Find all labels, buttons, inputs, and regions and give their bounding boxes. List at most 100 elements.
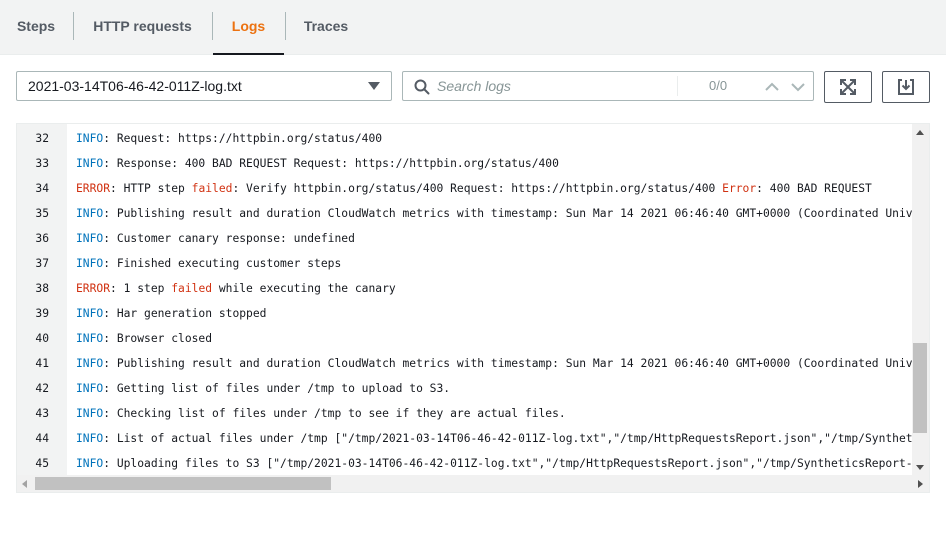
log-line: 34 ERROR: HTTP step failed: Verify httpbi…: [17, 176, 913, 201]
horizontal-scrollbar[interactable]: [17, 475, 929, 492]
line-number: 38: [35, 282, 49, 295]
log-message: : Browser closed: [103, 332, 213, 345]
scroll-right-icon[interactable]: [918, 480, 923, 488]
log-level-error: ERROR: [76, 182, 111, 195]
log-text: INFO: Finished executing customer steps: [76, 251, 341, 276]
log-text: INFO: Har generation stopped: [76, 301, 266, 326]
log-level-info: INFO: [76, 457, 104, 470]
scroll-left-icon[interactable]: [22, 480, 27, 488]
log-text: INFO: Publishing result and duration Clo…: [76, 201, 913, 226]
previous-match-icon[interactable]: [763, 78, 781, 96]
line-number: 40: [35, 332, 49, 345]
line-number: 33: [35, 157, 49, 170]
line-number: 42: [35, 382, 49, 395]
log-level-info: INFO: [76, 157, 104, 170]
log-line: 38 ERROR: 1 step failed while executing t…: [17, 276, 913, 301]
line-number: 34: [35, 182, 49, 195]
log-text: INFO: Customer canary response: undefine…: [76, 226, 355, 251]
log-text: INFO: Response: 400 BAD REQUEST Request:…: [76, 151, 559, 176]
download-button[interactable]: [882, 71, 930, 103]
log-text: ERROR: 1 step failed while executing the…: [76, 276, 396, 301]
search-box: 0/0: [402, 71, 814, 101]
log-line: 41 INFO: Publishing result and duration C…: [17, 351, 913, 376]
line-number: 44: [35, 432, 49, 445]
fullscreen-button[interactable]: [824, 71, 872, 103]
log-level-info: INFO: [76, 307, 104, 320]
line-number: 41: [35, 357, 49, 370]
tab-http-requests[interactable]: HTTP requests: [74, 0, 211, 55]
expand-icon: [840, 79, 856, 95]
caret-down-icon: [368, 82, 380, 90]
log-text: INFO: Request: https://httpbin.org/statu…: [76, 126, 382, 151]
horizontal-scroll-thumb[interactable]: [35, 477, 331, 490]
log-line: 37 INFO: Finished executing customer step…: [17, 251, 913, 276]
search-icon: [414, 79, 430, 95]
log-message: while executing the canary: [212, 282, 396, 295]
search-input[interactable]: [437, 76, 667, 96]
line-number: 35: [35, 207, 49, 220]
log-line: 35 INFO: Publishing result and duration C…: [17, 201, 913, 226]
log-viewer[interactable]: 32 INFO: Request: https://httpbin.org/sta…: [16, 123, 930, 493]
tab-logs[interactable]: Logs: [213, 0, 284, 55]
log-level-info: INFO: [76, 232, 104, 245]
vertical-scrollbar[interactable]: [912, 124, 929, 476]
next-match-icon[interactable]: [789, 78, 807, 96]
log-text: INFO: Uploading files to S3 ["/tmp/2021-…: [76, 451, 913, 476]
log-message: : Response: 400 BAD REQUEST Request: htt…: [103, 157, 559, 170]
log-text: INFO: Getting list of files under /tmp t…: [76, 376, 450, 401]
log-message: : Checking list of files under /tmp to s…: [103, 407, 566, 420]
log-message: : HTTP step: [110, 182, 192, 195]
log-file-select[interactable]: 2021-03-14T06-46-42-011Z-log.txt: [16, 71, 392, 101]
scroll-up-icon[interactable]: [916, 130, 924, 135]
log-level-info: INFO: [76, 257, 104, 270]
log-level-error: failed: [191, 182, 233, 195]
log-level-error: ERROR: [76, 282, 111, 295]
log-message: : 1 step: [110, 282, 172, 295]
line-number: 45: [35, 457, 49, 470]
log-level-info: INFO: [76, 332, 104, 345]
log-line: 43 INFO: Checking list of files under /tm…: [17, 401, 913, 426]
log-line: 39 INFO: Har generation stopped: [17, 301, 913, 326]
log-level-info: INFO: [76, 432, 104, 445]
line-number: 36: [35, 232, 49, 245]
log-level-error: Error: [722, 182, 757, 195]
log-level-info: INFO: [76, 132, 104, 145]
log-line: 45 INFO: Uploading files to S3 ["/tmp/202…: [17, 451, 913, 476]
log-message: : Request: https://httpbin.org/status/40…: [103, 132, 383, 145]
log-line: 42 INFO: Getting list of files under /tmp…: [17, 376, 913, 401]
log-message: : 400 BAD REQUEST: [756, 182, 872, 195]
search-divider: [677, 76, 678, 96]
line-number: 39: [35, 307, 49, 320]
log-level-info: INFO: [76, 357, 104, 370]
log-text: INFO: List of actual files under /tmp ["…: [76, 426, 913, 451]
download-icon: [898, 79, 914, 95]
log-message: : Getting list of files under /tmp to up…: [103, 382, 451, 395]
log-line: 40 INFO: Browser closed: [17, 326, 913, 351]
log-level-info: INFO: [76, 407, 104, 420]
vertical-scroll-thumb[interactable]: [913, 343, 927, 433]
log-line: 33 INFO: Response: 400 BAD REQUEST Reques…: [17, 151, 913, 176]
log-message: : Publishing result and duration CloudWa…: [103, 357, 913, 370]
log-message: : Har generation stopped: [103, 307, 267, 320]
log-line: 44 INFO: List of actual files under /tmp …: [17, 426, 913, 451]
log-file-select-value: 2021-03-14T06-46-42-011Z-log.txt: [28, 78, 242, 94]
log-message: : Verify httpbin.org/status/400 Request:…: [232, 182, 723, 195]
line-number: 43: [35, 407, 49, 420]
log-message: : Uploading files to S3 ["/tmp/2021-03-1…: [103, 457, 913, 470]
log-line: 32 INFO: Request: https://httpbin.org/sta…: [17, 126, 913, 151]
log-level-info: INFO: [76, 382, 104, 395]
log-message: : List of actual files under /tmp ["/tmp…: [103, 432, 913, 445]
log-level-info: INFO: [76, 207, 104, 220]
log-text: INFO: Publishing result and duration Clo…: [76, 351, 913, 376]
tab-steps[interactable]: Steps: [0, 0, 72, 55]
match-count: 0/0: [709, 78, 728, 93]
log-message: : Customer canary response: undefined: [103, 232, 355, 245]
scroll-down-icon[interactable]: [916, 465, 924, 470]
tab-traces[interactable]: Traces: [286, 0, 366, 55]
line-number: 37: [35, 257, 49, 270]
log-message: : Finished executing customer steps: [103, 257, 342, 270]
tab-bar: Steps HTTP requests Logs Traces: [0, 0, 946, 55]
log-line: 36 INFO: Customer canary response: undefi…: [17, 226, 913, 251]
log-message: : Publishing result and duration CloudWa…: [103, 207, 913, 220]
log-text: INFO: Checking list of files under /tmp …: [76, 401, 566, 426]
